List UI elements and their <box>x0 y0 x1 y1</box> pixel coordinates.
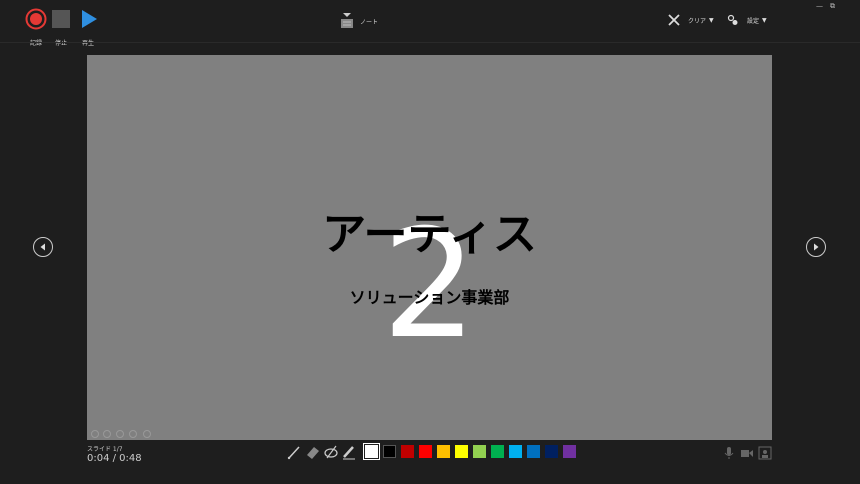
minimize-button[interactable]: — <box>816 2 823 10</box>
slide-position: スライド 1/7 <box>87 446 123 453</box>
color-swatch-yellow[interactable] <box>455 445 468 458</box>
eraser-tool[interactable] <box>305 444 321 460</box>
color-swatch-blue[interactable] <box>527 445 540 458</box>
color-swatch-purple[interactable] <box>563 445 576 458</box>
microphone-icon <box>724 447 734 459</box>
color-swatch-red[interactable] <box>419 445 432 458</box>
microphone-toggle[interactable] <box>722 445 738 461</box>
play-icon <box>82 10 97 28</box>
previous-slide-button[interactable] <box>33 237 53 257</box>
arrow-left-icon <box>40 243 45 251</box>
clear-button[interactable]: クリア ▼ <box>668 14 714 26</box>
settings-label: 設定 <box>747 17 760 25</box>
slide-control-back-icon[interactable] <box>91 430 99 438</box>
next-slide-button[interactable] <box>806 237 826 257</box>
pen-tool[interactable] <box>286 444 302 460</box>
clear-label: クリア <box>688 17 707 25</box>
notes-label: ノート <box>360 18 379 26</box>
slide-control-zoom-icon[interactable] <box>143 430 151 438</box>
camera-icon <box>741 450 753 457</box>
slide-title: アーティス <box>322 209 537 260</box>
settings-icon <box>727 14 738 25</box>
ink-hide-icon <box>324 445 338 459</box>
color-swatch-orange[interactable] <box>437 445 450 458</box>
settings-dropdown-icon: ▼ <box>762 16 767 24</box>
highlighter-tool[interactable] <box>341 444 357 460</box>
record-icon <box>25 8 47 30</box>
ink-hide-tool[interactable] <box>323 444 339 460</box>
slide-control-forward-icon[interactable] <box>103 430 111 438</box>
camera-preview-toggle[interactable] <box>758 445 774 461</box>
color-swatch-green[interactable] <box>491 445 504 458</box>
notes-button[interactable]: ノート <box>340 13 378 29</box>
camera-preview-icon <box>758 446 772 460</box>
highlighter-icon <box>343 446 355 460</box>
slide-preview: 2 アーティス ソリューション事業部 <box>87 55 772 440</box>
color-swatch-dark-blue[interactable] <box>545 445 558 458</box>
color-swatch-light-green[interactable] <box>473 445 486 458</box>
recording-time: 0:04 / 0:48 <box>87 453 142 464</box>
color-swatch-white[interactable] <box>363 443 380 460</box>
eraser-icon <box>307 447 319 459</box>
pen-icon <box>287 446 300 460</box>
settings-button[interactable]: 設定 ▼ <box>727 14 767 26</box>
stop-icon <box>52 10 70 28</box>
color-swatch-black[interactable] <box>383 445 396 458</box>
restore-button[interactable]: ⧉ <box>830 2 835 11</box>
slide-subtitle: ソリューション事業部 <box>349 288 510 307</box>
toolbar-divider <box>0 42 860 43</box>
arrow-right-icon <box>814 243 819 251</box>
slide-control-grid-icon[interactable] <box>129 430 137 438</box>
color-swatch-dark-red[interactable] <box>401 445 414 458</box>
notes-icon <box>341 13 353 28</box>
camera-toggle[interactable] <box>740 445 756 461</box>
clear-icon <box>668 14 680 26</box>
color-swatch-light-blue[interactable] <box>509 445 522 458</box>
slide-control-pen-icon[interactable] <box>116 430 124 438</box>
clear-dropdown-icon: ▼ <box>709 16 714 24</box>
